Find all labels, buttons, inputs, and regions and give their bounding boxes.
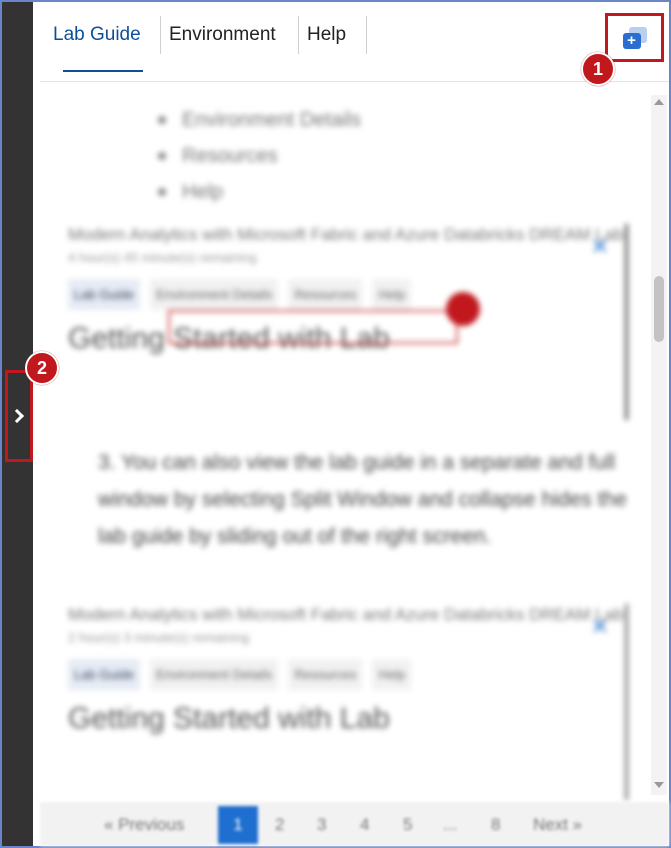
screenshot-tab: Lab Guide <box>68 659 140 690</box>
screenshot-tab: Resources <box>288 659 363 690</box>
pagination: « Previous 1 2 3 4 5 ... 8 Next » <box>40 802 669 846</box>
bullet-dot <box>158 188 166 196</box>
step-3-text: 3. You can also view the lab guide in a … <box>98 451 627 548</box>
pager-page[interactable]: 4 <box>360 815 369 835</box>
scrollbar-thumb[interactable] <box>654 276 664 342</box>
chevron-right-icon <box>9 408 25 424</box>
screenshot-tab: Help <box>372 279 412 310</box>
bullet-list: Environment Details Resources Help <box>158 102 361 210</box>
screenshot-tab: Environment Details <box>150 279 279 310</box>
callout-badge-2: 2 <box>25 351 59 385</box>
active-tab-indicator <box>63 70 143 72</box>
bullet-dot <box>158 116 166 124</box>
list-item: Resources <box>158 138 361 174</box>
embedded-screenshot-2: Modern Analytics with Microsoft Fabric a… <box>68 604 628 800</box>
tab-bar: Lab Guide Environment Help <box>40 2 669 82</box>
pager-page[interactable]: 5 <box>403 815 412 835</box>
split-window-button[interactable]: + <box>605 13 664 62</box>
list-item: Environment Details <box>158 102 361 138</box>
screenshot-title: Modern Analytics with Microsoft Fabric a… <box>68 225 624 244</box>
bullet-dot <box>158 152 166 160</box>
lab-guide-content: Environment Details Resources Help Moder… <box>40 84 650 802</box>
screenshot-tab: Lab Guide <box>68 279 140 310</box>
screenshot-timer: 4 hour(s) 45 minute(s) remaining <box>68 250 257 265</box>
callout-badge-1: 1 <box>581 52 615 86</box>
screenshot-highlight-box <box>168 310 458 344</box>
split-window-plus: + <box>622 32 641 49</box>
tab-environment[interactable]: Environment <box>160 16 298 54</box>
close-icon: ✕ <box>590 614 609 639</box>
list-item-text: Environment Details <box>182 108 361 131</box>
pager-page[interactable]: 8 <box>491 815 500 835</box>
pager-next[interactable]: Next » <box>533 815 582 835</box>
list-item: Help <box>158 174 361 210</box>
tab-help[interactable]: Help <box>298 16 367 54</box>
pager-page[interactable]: 2 <box>275 815 284 835</box>
split-window-icon: + <box>622 26 647 49</box>
screenshot-timer: 2 hour(s) 3 minute(s) remaining <box>68 630 250 645</box>
embedded-screenshot-1: Modern Analytics with Microsoft Fabric a… <box>68 224 628 420</box>
pager-page-current[interactable]: 1 <box>218 806 258 844</box>
collapse-toggle-button[interactable] <box>5 370 33 462</box>
screenshot-heading: Getting Started with Lab <box>68 702 390 735</box>
vertical-scrollbar[interactable] <box>651 95 667 795</box>
screenshot-callout-badge <box>446 292 480 326</box>
list-item-text: Resources <box>182 144 278 167</box>
screenshot-tab: Help <box>372 659 412 690</box>
scroll-down-arrow-icon[interactable] <box>654 782 664 788</box>
pager-page[interactable]: 3 <box>317 815 326 835</box>
scroll-up-arrow-icon[interactable] <box>654 99 664 105</box>
screenshot-title: Modern Analytics with Microsoft Fabric a… <box>68 605 624 624</box>
screenshot-tabs: Lab Guide Environment Details Resources … <box>68 279 625 310</box>
screenshot-tab: Environment Details <box>150 659 279 690</box>
pager-previous[interactable]: « Previous <box>104 815 184 835</box>
close-icon: ✕ <box>590 234 609 259</box>
pager-ellipsis: ... <box>443 815 458 834</box>
screenshot-tab: Resources <box>288 279 363 310</box>
list-item-text: Help <box>182 180 224 203</box>
screenshot-tabs: Lab Guide Environment Details Resources … <box>68 659 625 690</box>
tab-lab-guide[interactable]: Lab Guide <box>53 16 141 54</box>
